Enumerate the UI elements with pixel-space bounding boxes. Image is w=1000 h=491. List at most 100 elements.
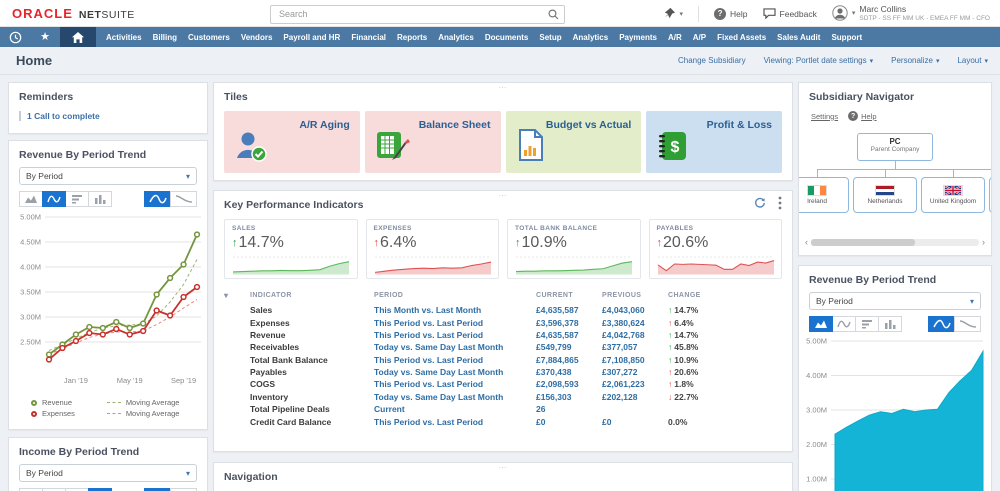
kpi-current[interactable]: £2,098,593 — [536, 378, 602, 390]
reminder-call-to-complete[interactable]: 1 Call to complete — [19, 111, 197, 121]
search-input[interactable] — [270, 4, 565, 24]
kpi-previous[interactable]: £0 — [602, 415, 668, 427]
tile-budget-vs-actual[interactable]: Budget vs Actual — [505, 111, 642, 173]
nav-item-analytics[interactable]: Analytics — [573, 33, 609, 42]
kpi-period[interactable]: This Period vs. Last Period — [374, 316, 536, 328]
kpi-previous[interactable] — [602, 403, 668, 415]
viewing-dropdown[interactable]: Viewing: Portlet date settings ▾ — [764, 56, 874, 65]
subsidiary-node-x-elimination[interactable]: XX-Elimination — [989, 177, 991, 213]
portlet-drag-handle[interactable]: ⋯ — [499, 464, 508, 472]
nav-item-payroll-and-hr[interactable]: Payroll and HR — [283, 33, 340, 42]
nav-item-setup[interactable]: Setup — [539, 33, 561, 42]
search-icon[interactable] — [548, 7, 559, 25]
nav-item-fixed-assets[interactable]: Fixed Assets — [717, 33, 766, 42]
nav-item-customers[interactable]: Customers — [188, 33, 230, 42]
kpi-col-indicator[interactable]: INDICATOR — [250, 289, 374, 304]
hbar-chart-button[interactable] — [855, 316, 879, 332]
kpi-previous[interactable]: £307,272 — [602, 366, 668, 378]
subsidiary-help-link[interactable]: ? Help — [848, 111, 877, 121]
kpi-current[interactable]: £0 — [536, 415, 602, 427]
scroll-left-arrow[interactable]: ‹ — [805, 237, 808, 247]
kebab-menu-icon[interactable] — [778, 196, 782, 210]
tile-profit-loss[interactable]: $ Profit & Loss — [646, 111, 782, 173]
kpi-card-payables[interactable]: PAYABLES ↑ 20.6% — [648, 219, 782, 279]
trend-toggle-on[interactable] — [928, 316, 955, 332]
area-chart-button[interactable] — [809, 316, 833, 332]
vbar-chart-button[interactable] — [88, 191, 112, 207]
nav-item-payments[interactable]: Payments — [619, 33, 657, 42]
trend-toggle-off[interactable] — [954, 316, 981, 332]
period-filter-select[interactable]: By Period ▾ — [19, 167, 197, 185]
home-tab[interactable] — [60, 27, 96, 47]
layout-dropdown[interactable]: Layout ▾ — [957, 56, 988, 65]
kpi-col-period[interactable]: PERIOD — [374, 289, 536, 304]
trend-toggle-on[interactable] — [144, 191, 171, 207]
nav-item-billing[interactable]: Billing — [153, 33, 177, 42]
kpi-period[interactable]: This Month vs. Last Month — [374, 304, 536, 316]
kpi-period[interactable]: Today vs. Same Day Last Month — [374, 391, 536, 403]
trend-toggle-off[interactable] — [170, 191, 197, 207]
kpi-previous[interactable]: £377,057 — [602, 341, 668, 353]
settings-link[interactable]: Settings — [811, 112, 838, 121]
nav-item-financial[interactable]: Financial — [351, 33, 386, 42]
portlet-drag-handle[interactable]: ⋯ — [499, 192, 508, 200]
subsidiary-node-ireland[interactable]: Ireland — [799, 177, 849, 213]
tile-balance-sheet[interactable]: Balance Sheet — [364, 111, 501, 173]
table-expand-caret[interactable]: ▾ — [224, 291, 228, 300]
kpi-col-current[interactable]: CURRENT — [536, 289, 602, 304]
kpi-period[interactable]: This Period vs. Last Period — [374, 415, 536, 427]
kpi-previous[interactable]: £3,380,624 — [602, 316, 668, 328]
kpi-current[interactable]: £4,635,587 — [536, 329, 602, 341]
line-chart-button[interactable] — [832, 316, 856, 332]
kpi-card-total-bank-balance[interactable]: TOTAL BANK BALANCE ↑ 10.9% — [507, 219, 641, 279]
period-filter-select[interactable]: By Period ▾ — [19, 464, 197, 482]
kpi-col-previous[interactable]: PREVIOUS — [602, 289, 668, 304]
kpi-previous[interactable]: £4,042,768 — [602, 329, 668, 341]
period-filter-select[interactable]: By Period ▾ — [809, 292, 981, 310]
nav-item-a-r[interactable]: A/R — [668, 33, 682, 42]
kpi-previous[interactable]: £202,128 — [602, 391, 668, 403]
nav-item-sales-audit[interactable]: Sales Audit — [777, 33, 820, 42]
quick-add-menu[interactable]: ▾ — [663, 7, 683, 20]
kpi-previous[interactable]: £7,108,850 — [602, 354, 668, 366]
feedback-button[interactable]: Feedback — [762, 8, 817, 19]
personalize-dropdown[interactable]: Personalize ▾ — [891, 56, 939, 65]
kpi-current[interactable]: £370,438 — [536, 366, 602, 378]
recent-records-button[interactable] — [0, 27, 30, 47]
kpi-current[interactable]: £3,596,378 — [536, 316, 602, 328]
tile-a-r-aging[interactable]: A/R Aging — [224, 111, 360, 173]
kpi-current[interactable]: £549,799 — [536, 341, 602, 353]
kpi-current[interactable]: £4,635,587 — [536, 304, 602, 316]
kpi-col-change[interactable]: CHANGE — [668, 289, 784, 304]
kpi-current[interactable]: £156,303 — [536, 391, 602, 403]
nav-item-a-p[interactable]: A/P — [693, 33, 706, 42]
portlet-drag-handle[interactable]: ⋯ — [499, 84, 508, 92]
refresh-icon[interactable] — [754, 197, 766, 209]
area-chart-button[interactable] — [19, 191, 43, 207]
line-chart-button[interactable] — [42, 191, 66, 207]
nav-item-support[interactable]: Support — [831, 33, 862, 42]
kpi-period[interactable]: This Period vs. Last Period — [374, 329, 536, 341]
hbar-chart-button[interactable] — [65, 191, 89, 207]
kpi-period[interactable]: This Period vs. Last Period — [374, 354, 536, 366]
shortcuts-button[interactable]: ★ — [30, 27, 60, 47]
kpi-period[interactable]: Today vs. Same Day Last Month — [374, 341, 536, 353]
nav-item-documents[interactable]: Documents — [485, 33, 529, 42]
vbar-chart-button[interactable] — [878, 316, 902, 332]
kpi-previous[interactable]: £4,043,060 — [602, 304, 668, 316]
nav-item-analytics[interactable]: Analytics — [438, 33, 474, 42]
scrollbar-track[interactable] — [811, 238, 979, 246]
nav-item-activities[interactable]: Activities — [106, 33, 142, 42]
scrollbar-thumb[interactable] — [811, 238, 916, 246]
kpi-card-expenses[interactable]: EXPENSES ↑ 6.4% — [365, 219, 499, 279]
scroll-right-arrow[interactable]: › — [982, 237, 985, 247]
user-menu[interactable]: ▾ Marc Collins SDTP - SS FF MM UK - EMEA… — [832, 4, 990, 22]
kpi-period[interactable]: Today vs. Same Day Last Month — [374, 366, 536, 378]
change-subsidiary-link[interactable]: Change Subsidiary — [678, 56, 746, 65]
kpi-previous[interactable]: £2,061,223 — [602, 378, 668, 390]
parent-company-node[interactable]: PC Parent Company — [857, 133, 933, 161]
kpi-current[interactable]: 26 — [536, 403, 602, 415]
kpi-period[interactable]: Current — [374, 403, 536, 415]
kpi-current[interactable]: £7,884,865 — [536, 354, 602, 366]
help-button[interactable]: ? Help — [714, 7, 748, 20]
